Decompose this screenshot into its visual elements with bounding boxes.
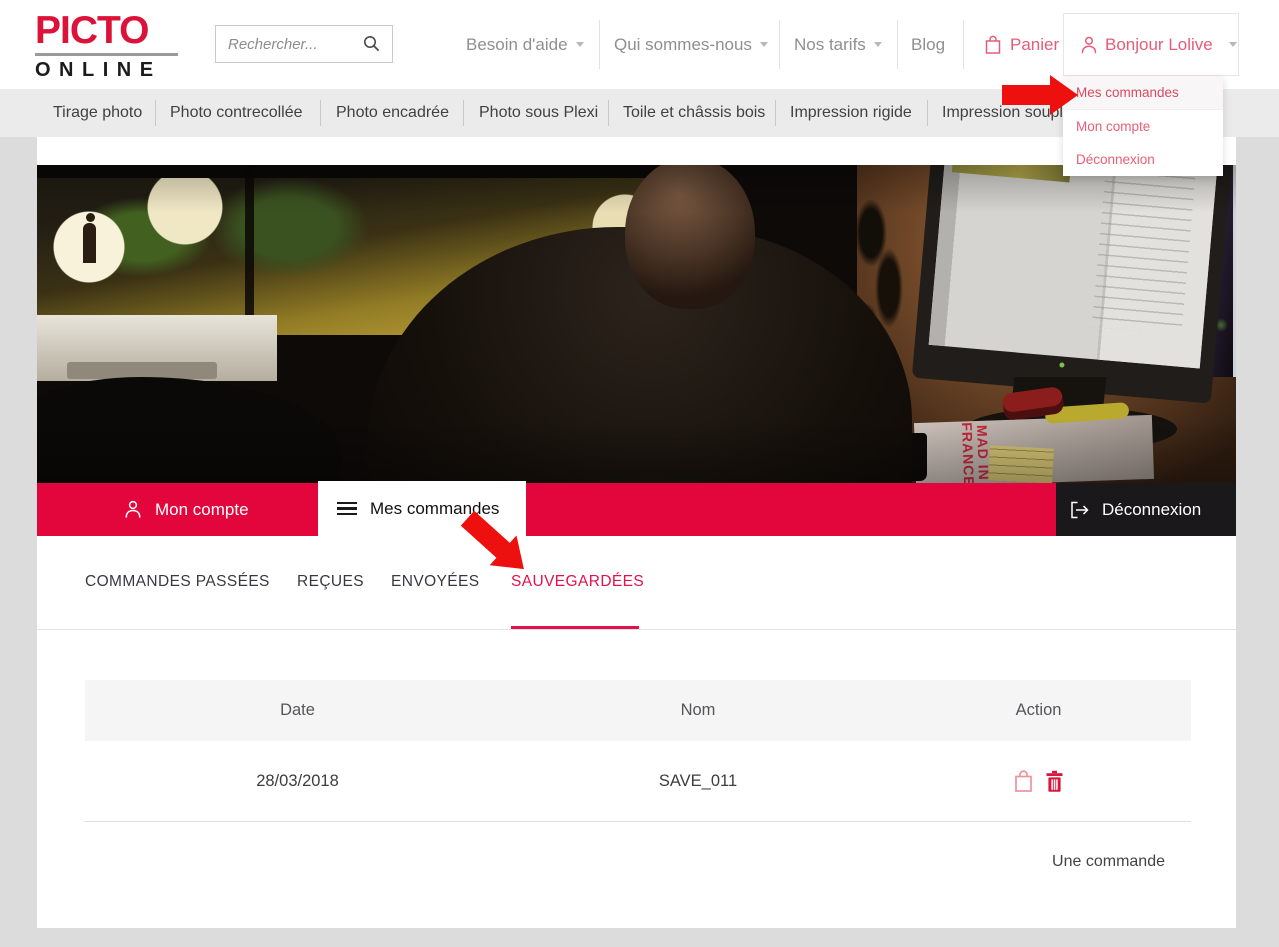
hero-person-head [625, 165, 755, 309]
nav-label: Besoin d'aide [466, 35, 568, 55]
hero-photo: MAD IN FRANCE [37, 165, 1236, 483]
subnav-divider [608, 100, 609, 126]
subnav-impression-souple[interactable]: Impression souple [942, 89, 1072, 137]
tab-sauvegardees[interactable]: SAUVEGARDÉES [511, 573, 644, 591]
table-row: 28/03/2018 SAVE_011 [85, 741, 1191, 822]
chevron-down-icon [760, 42, 768, 47]
hero-box-text: MAD IN FRANCE [929, 422, 991, 483]
column-header-action: Action [886, 701, 1191, 720]
cart-button[interactable]: Panier [983, 0, 1059, 89]
logo-picto-text: PICTO [35, 10, 185, 52]
order-name: SAVE_011 [510, 772, 886, 791]
account-bar-deconnexion[interactable]: Déconnexion [1068, 483, 1201, 536]
chevron-down-icon [1229, 42, 1237, 47]
column-header-nom: Nom [510, 701, 886, 720]
subnav-divider [320, 100, 321, 126]
nav-label: Blog [911, 35, 945, 55]
nav-nos-tarifs[interactable]: Nos tarifs [794, 0, 882, 89]
subnav-photo-sous-plexi[interactable]: Photo sous Plexi [479, 89, 598, 137]
nav-label: Qui sommes-nous [614, 35, 752, 55]
nav-blog[interactable]: Blog [911, 0, 945, 89]
account-greeting-label: Bonjour Lolive [1105, 35, 1213, 55]
mes-commandes-label: Mes commandes [370, 499, 499, 519]
logo-divider-line [35, 53, 178, 56]
orders-table-header: Date Nom Action [85, 680, 1191, 741]
account-dropdown: Mes commandes Mon compte Déconnexion [1063, 76, 1223, 176]
account-bar-mon-compte[interactable]: Mon compte [123, 483, 249, 536]
hero-ceiling [37, 165, 697, 178]
subnav-divider [155, 100, 156, 126]
add-to-cart-icon[interactable] [1013, 769, 1034, 793]
hero-sticky-note [988, 445, 1054, 483]
person-icon [1079, 35, 1099, 55]
hero-screen-panel-lines [1092, 165, 1196, 335]
subnav-divider [775, 100, 776, 126]
hero-screen-figure [83, 223, 96, 263]
shopping-bag-icon [983, 34, 1003, 55]
nav-divider [779, 20, 780, 69]
picto-online-page: PICTO ONLINE Besoin d'aide Qui sommes-no… [0, 0, 1279, 947]
order-actions [886, 769, 1191, 793]
cart-label: Panier [1010, 35, 1059, 55]
account-bar-mes-commandes-active-tab[interactable]: Mes commandes [318, 481, 526, 536]
tabs-bottom-border [37, 629, 1236, 630]
dropdown-item-mon-compte[interactable]: Mon compte [1063, 110, 1223, 143]
search-input[interactable] [228, 26, 358, 62]
column-header-date: Date [85, 701, 510, 720]
nav-divider [963, 20, 964, 69]
dropdown-item-mes-commandes[interactable]: Mes commandes [1063, 76, 1223, 110]
tab-commandes-passees[interactable]: COMMANDES PASSÉES [85, 573, 270, 591]
hero-chair [37, 377, 342, 483]
hero-monitor-led [1059, 362, 1064, 367]
subnav-toile-chassis-bois[interactable]: Toile et châssis bois [623, 89, 765, 137]
nav-divider [599, 20, 600, 69]
chevron-down-icon [874, 42, 882, 47]
person-icon [123, 499, 143, 520]
dropdown-item-deconnexion[interactable]: Déconnexion [1063, 143, 1223, 176]
tab-recues[interactable]: REÇUES [297, 573, 364, 591]
nav-besoin-daide[interactable]: Besoin d'aide [466, 0, 584, 89]
subnav-photo-encadree[interactable]: Photo encadrée [336, 89, 449, 137]
active-tab-underline [511, 626, 639, 629]
order-date: 28/03/2018 [85, 772, 510, 791]
deconnexion-label: Déconnexion [1102, 500, 1201, 520]
hero-monitor-bezel [245, 165, 254, 337]
logo[interactable]: PICTO ONLINE [35, 10, 185, 82]
search-box [215, 25, 393, 63]
mon-compte-label: Mon compte [155, 500, 249, 520]
tab-envoyees[interactable]: ENVOYÉES [391, 573, 479, 591]
subnav-tirage-photo[interactable]: Tirage photo [53, 89, 142, 137]
nav-divider [897, 20, 898, 69]
search-icon[interactable] [362, 34, 382, 59]
subnav-photo-contrecollee[interactable]: Photo contrecollée [170, 89, 303, 137]
nav-qui-sommes-nous[interactable]: Qui sommes-nous [614, 0, 768, 89]
subnav-divider [463, 100, 464, 126]
hero-right-monitor [912, 165, 1232, 404]
orders-count-summary: Une commande [900, 853, 1165, 871]
subnav-impression-rigide[interactable]: Impression rigide [790, 89, 912, 137]
logout-icon [1068, 500, 1090, 520]
account-menu-button[interactable]: Bonjour Lolive [1063, 13, 1239, 76]
hamburger-menu-icon [337, 499, 357, 519]
hero-screen-figure [86, 213, 95, 222]
logo-online-text: ONLINE [35, 59, 185, 82]
subnav-divider [927, 100, 928, 126]
trash-icon[interactable] [1045, 770, 1064, 793]
chevron-down-icon [576, 42, 584, 47]
nav-label: Nos tarifs [794, 35, 866, 55]
